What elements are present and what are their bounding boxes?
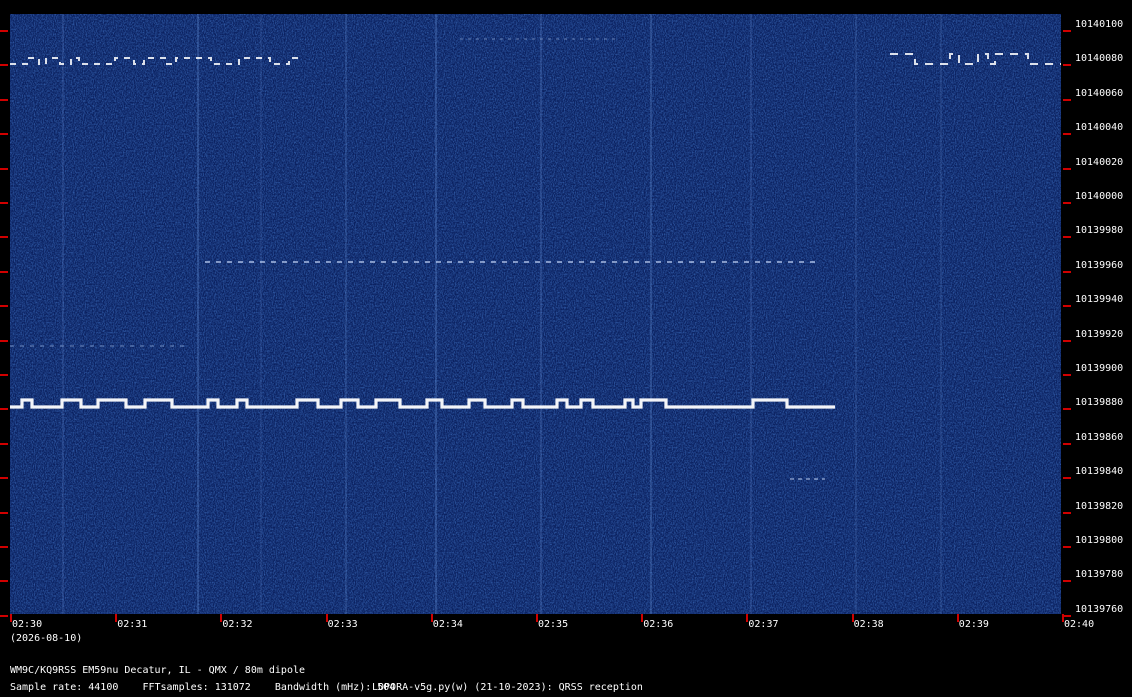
frequency-label: 10139920: [1075, 328, 1124, 340]
frequency-label: 10140020: [1075, 156, 1124, 168]
frequency-tick-left: [0, 374, 8, 376]
software-info: LOPORA-v5g.py(w) (21-10-2023): QRSS rece…: [372, 682, 643, 693]
station-info: WM9C/KQ9RSS EM59nu Decatur, IL - QMX / 8…: [10, 665, 306, 676]
frequency-label: 10139780: [1075, 569, 1124, 581]
frequency-label: 10139840: [1075, 466, 1124, 478]
frequency-label: 10140060: [1075, 87, 1124, 99]
frequency-tick: [1063, 202, 1071, 204]
frequency-tick-left: [0, 133, 8, 136]
frequency-tick: [1063, 580, 1071, 583]
frequency-tick-left: [0, 30, 8, 32]
time-label: 02:40: [1064, 619, 1095, 630]
capture-parameters: Sample rate: 44100 FFTsamples: 131072 Ba…: [10, 682, 396, 693]
frequency-tick: [1063, 408, 1071, 411]
frequency-tick: [1063, 339, 1071, 342]
frequency-tick-left: [0, 167, 8, 170]
frequency-label: 10140080: [1075, 53, 1124, 65]
time-label: 02:34: [432, 619, 463, 630]
frequency-tick-left: [0, 477, 8, 480]
time-label: 02:30: [12, 619, 43, 630]
frequency-tick: [1063, 477, 1071, 480]
noise-texture: [10, 14, 1061, 614]
time-label: 02:37: [748, 619, 779, 630]
time-label: 02:35: [538, 619, 569, 630]
interference-line: [650, 14, 652, 614]
interference-line: [345, 14, 347, 614]
frequency-tick-left: [0, 305, 8, 308]
frequency-tick-left: [0, 442, 8, 445]
frequency-tick: [1063, 374, 1071, 376]
time-label: 02:36: [643, 619, 674, 630]
frequency-tick-left: [0, 202, 8, 204]
interference-line: [855, 14, 857, 614]
frequency-label: 10139800: [1075, 535, 1124, 546]
frequency-tick: [1063, 133, 1071, 136]
frequency-tick: [1063, 270, 1071, 273]
interference-line: [435, 14, 437, 614]
spectrogram-waterfall: [10, 14, 1061, 614]
frequency-label: 10139880: [1075, 397, 1124, 409]
frequency-tick-left: [0, 546, 8, 548]
interference-line: [62, 14, 64, 614]
frequency-tick: [1063, 236, 1071, 239]
frequency-tick-left: [0, 408, 8, 411]
interference-line: [197, 14, 199, 614]
frequency-tick: [1063, 305, 1071, 308]
frequency-label: 10139760: [1075, 603, 1124, 615]
frequency-tick: [1063, 64, 1071, 67]
frequency-tick-left: [0, 98, 8, 101]
time-label: 02:38: [853, 619, 884, 630]
frequency-label: 10140040: [1075, 122, 1124, 134]
frequency-tick-left: [0, 64, 8, 67]
frequency-tick: [1063, 442, 1071, 445]
frequency-tick-left: [0, 270, 8, 273]
frequency-label: 10139860: [1075, 431, 1124, 443]
frequency-label: 10140100: [1075, 19, 1124, 30]
frequency-label: 10139960: [1075, 259, 1124, 271]
frequency-tick: [1063, 546, 1071, 548]
frequency-tick: [1063, 614, 1071, 617]
interference-line: [940, 14, 942, 614]
time-label: 02:39: [958, 619, 989, 630]
frequency-label: 10139940: [1075, 294, 1124, 306]
frequency-tick-left: [0, 511, 8, 514]
frequency-label: 10139980: [1075, 225, 1124, 237]
date-label: (2026-08-10): [10, 633, 83, 644]
interference-line: [540, 14, 542, 614]
frequency-tick-left: [0, 614, 8, 617]
time-label: 02:32: [222, 619, 253, 630]
frequency-tick-left: [0, 339, 8, 342]
frequency-tick-left: [0, 580, 8, 583]
interference-line: [260, 14, 262, 614]
interference-line: [750, 14, 752, 614]
frequency-tick: [1063, 30, 1071, 32]
frequency-label: 10140000: [1075, 191, 1124, 202]
time-label: 02:33: [327, 619, 358, 630]
frequency-label: 10139820: [1075, 500, 1124, 512]
time-label: 02:31: [117, 619, 148, 630]
frequency-label: 10139900: [1075, 363, 1124, 374]
waterfall-canvas: [10, 14, 1061, 614]
frequency-tick-left: [0, 236, 8, 239]
frequency-tick: [1063, 167, 1071, 170]
frequency-tick: [1063, 511, 1071, 514]
frequency-tick: [1063, 98, 1071, 101]
